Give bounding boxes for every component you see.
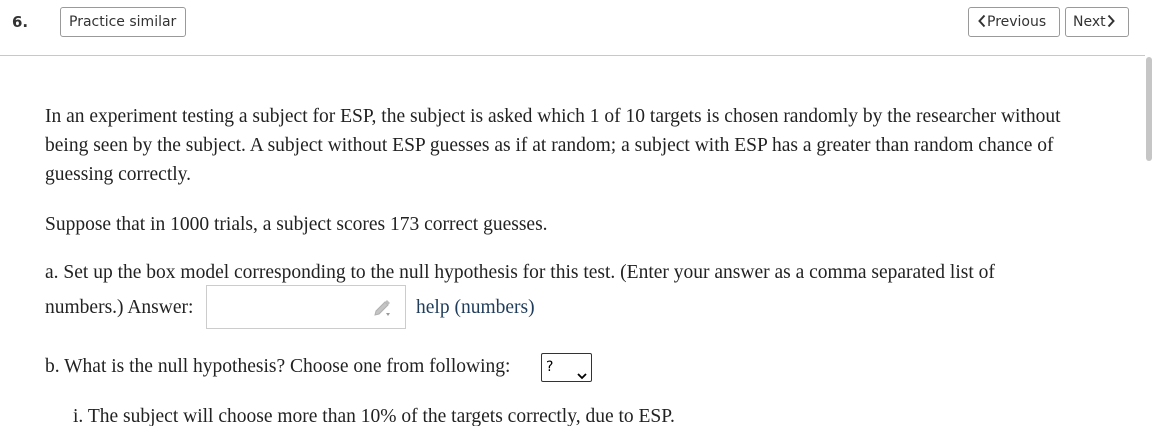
pencil-icon	[373, 298, 395, 318]
option-i: i. The subject will choose more than 10%…	[73, 406, 675, 426]
null-hypothesis-select[interactable]: ?	[541, 353, 592, 382]
practice-similar-label: Practice similar	[69, 14, 177, 30]
part-a: a. Set up the box model corresponding to…	[45, 258, 1105, 329]
chevron-left-icon	[977, 14, 987, 28]
part-a-answer-label: numbers.) Answer:	[45, 297, 194, 318]
practice-similar-button[interactable]: Practice similar	[60, 7, 186, 37]
chevron-down-icon	[577, 363, 587, 380]
previous-button[interactable]: Previous	[968, 7, 1060, 37]
part-b: b. What is the null hypothesis? Choose o…	[45, 352, 592, 382]
previous-label: Previous	[987, 14, 1047, 30]
question-header: 6. Practice similar Previous Next	[0, 0, 1145, 56]
next-button[interactable]: Next	[1065, 7, 1129, 37]
question-setup: Suppose that in 1000 trials, a subject s…	[45, 214, 548, 235]
null-hypothesis-selected: ?	[546, 359, 554, 375]
part-a-answer-input[interactable]	[206, 285, 406, 329]
chevron-right-icon	[1106, 14, 1116, 28]
scrollbar-thumb[interactable]	[1146, 57, 1152, 161]
help-numbers-link[interactable]: help (numbers)	[416, 293, 535, 322]
question-intro: In an experiment testing a subject for E…	[45, 106, 1061, 185]
part-b-prompt: b. What is the null hypothesis? Choose o…	[45, 356, 511, 377]
next-label: Next	[1073, 14, 1106, 30]
question-number: 6.	[12, 13, 29, 31]
part-a-prompt: a. Set up the box model corresponding to…	[45, 262, 995, 283]
